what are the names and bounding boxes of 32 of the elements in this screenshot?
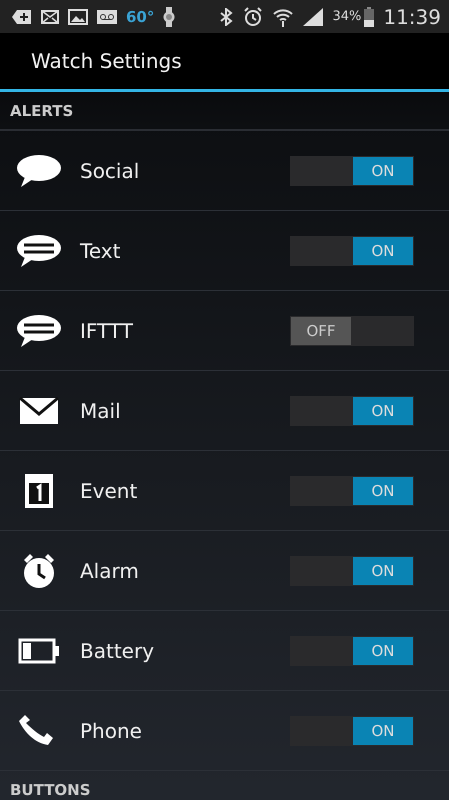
- setting-label: Battery: [80, 638, 156, 662]
- battery-percentage: 34%: [332, 9, 362, 24]
- setting-label: Alarm: [80, 558, 140, 582]
- section-header: ALERTS: [10, 102, 74, 120]
- setting-label: Phone: [80, 718, 143, 742]
- toggle-switch[interactable]: ON: [290, 556, 414, 586]
- toggle-switch[interactable]: ON: [290, 636, 414, 666]
- clock: 11:39: [383, 4, 441, 28]
- add-notification-icon: [12, 8, 32, 24]
- image-icon: [68, 8, 88, 24]
- watch-icon: [163, 6, 176, 26]
- battery-icon: [364, 6, 374, 26]
- screen-title: Watch Settings: [31, 49, 182, 73]
- wifi-icon: [272, 6, 294, 26]
- temperature: 60°: [126, 8, 154, 26]
- setting-label: Mail: [80, 398, 122, 422]
- section-header: BUTTONS: [10, 780, 91, 798]
- setting-label: Event: [80, 478, 138, 502]
- voicemail-icon: [97, 10, 117, 24]
- setting-label: Text: [80, 238, 122, 262]
- mail-icon: [41, 10, 59, 24]
- alarm-icon: [243, 6, 264, 26]
- toggle-switch[interactable]: ON: [290, 236, 414, 266]
- toggle-switch[interactable]: ON: [290, 156, 414, 186]
- toggle-switch[interactable]: ON: [290, 716, 414, 746]
- setting-label: IFTTT: [80, 318, 134, 342]
- toggle-switch[interactable]: ON: [290, 476, 414, 506]
- toggle-switch[interactable]: ON: [290, 396, 414, 426]
- setting-label: Social: [80, 158, 140, 182]
- signal-icon: [303, 8, 324, 26]
- toggle-switch[interactable]: OFF: [290, 316, 414, 346]
- bluetooth-icon: [218, 8, 234, 26]
